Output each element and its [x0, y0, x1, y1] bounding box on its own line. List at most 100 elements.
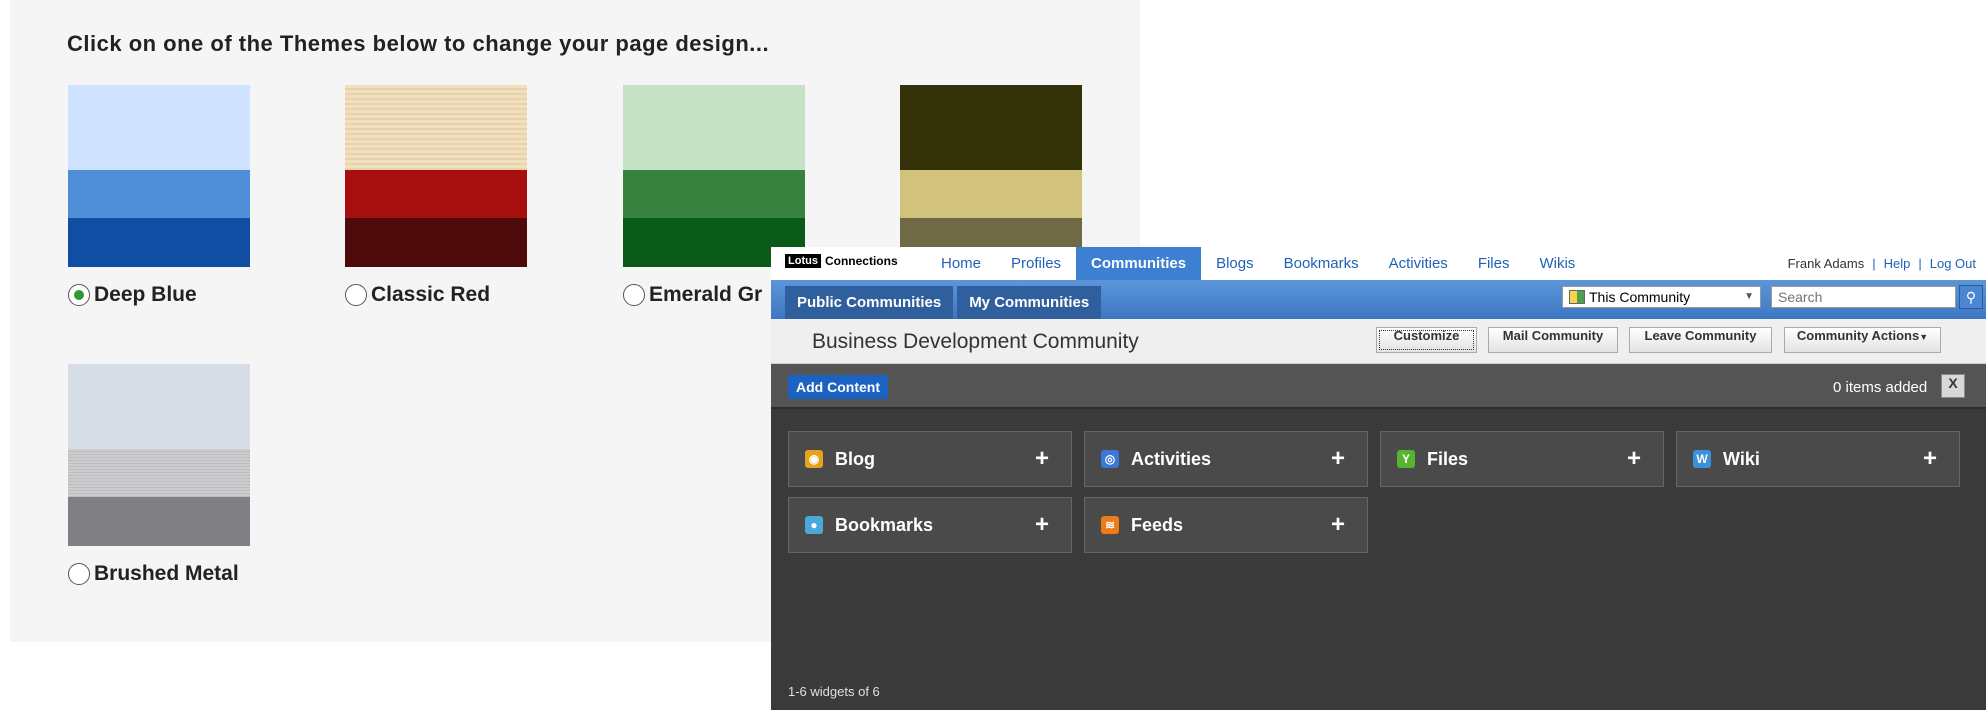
- swatch-band-bottom: [68, 497, 250, 546]
- community-subnav-bar: Public Communities My Communities This C…: [771, 280, 1986, 319]
- swatch-band-top: [68, 85, 250, 170]
- widget-bookmarks[interactable]: ● Bookmarks +: [788, 497, 1072, 553]
- theme-swatch[interactable]: [68, 85, 250, 267]
- chevron-down-icon: ▼: [1744, 291, 1754, 302]
- widget-blog[interactable]: ◉ Blog +: [788, 431, 1072, 487]
- theme-option-brushed-metal[interactable]: Brushed Metal: [68, 364, 258, 586]
- add-widget-button[interactable]: +: [1035, 511, 1049, 539]
- widget-wiki[interactable]: W Wiki +: [1676, 431, 1960, 487]
- nav-bookmarks[interactable]: Bookmarks: [1269, 247, 1374, 280]
- widget-label: Bookmarks: [835, 515, 934, 535]
- swatch-band-bottom: [345, 218, 527, 267]
- customize-button[interactable]: Customize: [1376, 327, 1477, 353]
- swatch-band-middle: [900, 170, 1082, 218]
- community-actions-label: Community Actions: [1796, 328, 1920, 343]
- user-name-link[interactable]: Frank Adams: [1788, 256, 1865, 271]
- search-scope-value: This Community: [1589, 289, 1691, 305]
- add-widget-button[interactable]: +: [1627, 445, 1641, 473]
- nav-activities[interactable]: Activities: [1374, 247, 1463, 280]
- widget-label: Blog: [835, 449, 875, 469]
- nav-blogs[interactable]: Blogs: [1201, 247, 1269, 280]
- community-title: Business Development Community: [812, 330, 1139, 353]
- theme-name: Classic Red: [371, 283, 491, 306]
- add-content-bar: Add Content 0 items added X: [771, 364, 1986, 409]
- theme-label[interactable]: Classic Red: [345, 283, 535, 307]
- lotus-connections-window: Lotus Connections Home Profiles Communit…: [771, 247, 1986, 710]
- wiki-icon: W: [1693, 450, 1711, 468]
- nav-home[interactable]: Home: [926, 247, 996, 280]
- theme-label[interactable]: Brushed Metal: [68, 562, 258, 586]
- theme-option-olive[interactable]: [900, 85, 1090, 267]
- swatch-band-top: [68, 364, 250, 449]
- widget-feeds[interactable]: ≋ Feeds +: [1084, 497, 1368, 553]
- separator: |: [1872, 256, 1876, 271]
- help-link[interactable]: Help: [1884, 256, 1911, 271]
- logout-link[interactable]: Log Out: [1930, 256, 1976, 271]
- swatch-band-middle: [345, 170, 527, 218]
- leave-community-button[interactable]: Leave Community: [1629, 327, 1772, 353]
- activities-icon: ◎: [1101, 450, 1119, 468]
- search-scope-select[interactable]: This Community ▼: [1562, 286, 1761, 308]
- add-widget-button[interactable]: +: [1331, 445, 1345, 473]
- theme-option-deep-blue[interactable]: Deep Blue: [68, 85, 258, 307]
- community-actions-button[interactable]: Community Actions▼: [1784, 327, 1941, 353]
- mail-community-button[interactable]: Mail Community: [1488, 327, 1618, 353]
- nav-communities[interactable]: Communities: [1076, 247, 1202, 280]
- widget-label: Activities: [1131, 449, 1212, 469]
- close-icon[interactable]: X: [1941, 374, 1965, 398]
- theme-radio[interactable]: [68, 563, 90, 585]
- search-icon: ⚲: [1965, 289, 1977, 305]
- widget-files[interactable]: Y Files +: [1380, 431, 1664, 487]
- theme-swatch[interactable]: [345, 85, 527, 267]
- widget-label: Feeds: [1131, 515, 1184, 535]
- search-input[interactable]: [1771, 286, 1956, 308]
- swatch-band-middle: [623, 170, 805, 218]
- bookmarks-icon: ●: [805, 516, 823, 534]
- add-widget-button[interactable]: +: [1035, 445, 1049, 473]
- theme-name: Brushed Metal: [94, 562, 239, 585]
- theme-name: Emerald Gr: [649, 283, 763, 306]
- swatch-band-top: [623, 85, 805, 170]
- theme-swatch[interactable]: [68, 364, 250, 546]
- top-navigation-bar: Lotus Connections Home Profiles Communit…: [771, 247, 1986, 280]
- theme-swatch[interactable]: [623, 85, 805, 267]
- theme-radio[interactable]: [623, 284, 645, 306]
- community-title-bar: Business Development Community Customize…: [771, 319, 1986, 364]
- nav-wikis[interactable]: Wikis: [1524, 247, 1590, 280]
- add-content-button[interactable]: Add Content: [788, 375, 888, 399]
- theme-label[interactable]: Deep Blue: [68, 283, 258, 307]
- feeds-icon: ≋: [1101, 516, 1119, 534]
- theme-radio[interactable]: [68, 284, 90, 306]
- swatch-band-top: [900, 85, 1082, 170]
- widget-label: Wiki: [1723, 449, 1760, 469]
- files-icon: Y: [1397, 450, 1415, 468]
- main-nav: Home Profiles Communities Blogs Bookmark…: [926, 247, 1590, 280]
- items-added-count: 0 items added: [1833, 379, 1928, 396]
- widget-label: Files: [1427, 449, 1469, 469]
- swatch-band-middle: [68, 170, 250, 218]
- widget-count: 1-6 widgets of 6: [788, 684, 880, 699]
- logo-product: Connections: [824, 254, 898, 268]
- theme-radio[interactable]: [345, 284, 367, 306]
- search-button[interactable]: ⚲: [1959, 285, 1983, 309]
- tab-my-communities[interactable]: My Communities: [957, 286, 1102, 319]
- theme-swatch[interactable]: [900, 85, 1082, 267]
- nav-profiles[interactable]: Profiles: [996, 247, 1076, 280]
- tab-public-communities[interactable]: Public Communities: [785, 286, 954, 319]
- add-widget-button[interactable]: +: [1923, 445, 1937, 473]
- lotus-connections-logo[interactable]: Lotus Connections: [785, 254, 898, 268]
- logo-brand: Lotus: [785, 254, 821, 268]
- user-links: Frank Adams | Help | Log Out: [1788, 256, 1976, 271]
- add-widget-button[interactable]: +: [1331, 511, 1345, 539]
- theme-name: Deep Blue: [94, 283, 197, 306]
- widget-activities[interactable]: ◎ Activities +: [1084, 431, 1368, 487]
- community-subtabs: Public Communities My Communities: [785, 286, 1105, 319]
- community-icon: [1569, 290, 1585, 304]
- theme-chooser-heading: Click on one of the Themes below to chan…: [67, 31, 770, 56]
- nav-files[interactable]: Files: [1463, 247, 1525, 280]
- swatch-band-bottom: [68, 218, 250, 267]
- swatch-band-middle: [68, 449, 250, 497]
- swatch-band-top: [345, 85, 527, 170]
- theme-option-classic-red[interactable]: Classic Red: [345, 85, 535, 307]
- chevron-down-icon: ▼: [1919, 332, 1929, 342]
